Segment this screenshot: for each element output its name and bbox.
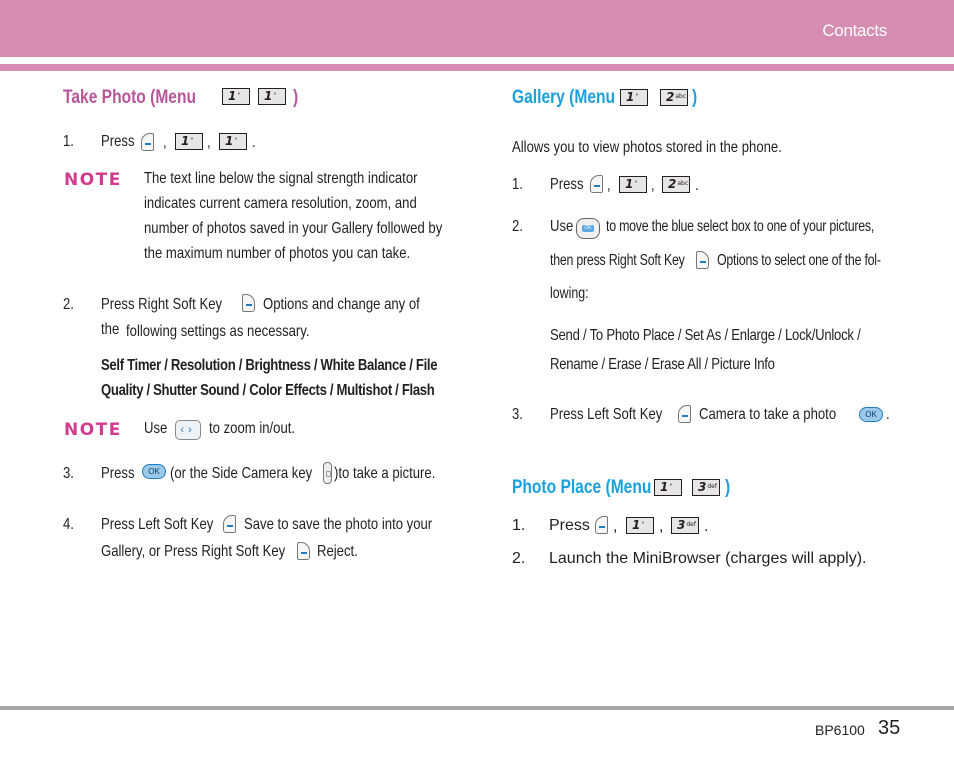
left-soft-key-icon [595,516,608,534]
note-line: the maximum number of photos you can tak… [144,245,411,262]
page-header-band: Contacts [0,0,954,57]
take-photo-heading: Take Photo (Menu [63,87,197,108]
step-number: 1. [512,517,526,534]
note-label: NOTE [64,420,122,440]
step-text: Gallery, or Press Right Soft Key [101,543,286,560]
gallery-options: Send / To Photo Place / Set As / Enlarge… [550,327,861,344]
step-text: Use [550,218,574,235]
key-1-icon: 1° [175,133,203,150]
step-text: following settings as necessary. [126,323,310,340]
key-3-icon: 3def [692,479,720,496]
period: . [704,518,709,535]
key-2-icon: 2abc [660,89,688,106]
step-text: Launch the MiniBrowser (charges will app… [549,550,867,567]
note-text: to zoom in/out. [209,420,296,437]
page-number: 35 [878,717,901,739]
step-text: Press [101,465,135,482]
separator: , [163,134,167,151]
separator: , [651,177,655,194]
step-text: (or the Side Camera key [170,465,313,482]
step-number: 4. [63,516,74,533]
heading-close-paren: ) [725,477,731,498]
key-1-icon: 1° [219,133,247,150]
step-number: 1. [512,176,523,193]
gallery-options: Rename / Erase / Erase All / Picture Inf… [550,356,775,373]
step-text: Press Left Soft Key [550,406,663,423]
step-number: 2. [63,296,74,313]
step-text: Save to save the photo into your [244,516,433,533]
step-text: Press [550,176,584,193]
step-number: 1. [63,133,74,150]
step-text: Press [549,517,590,534]
right-soft-key-icon [696,251,709,269]
footer-divider [0,706,954,710]
note-line: number of photos saved in your Gallery f… [144,220,443,237]
step-text: Reject. [317,543,358,560]
key-1-icon: 1° [619,176,647,193]
separator: , [659,518,664,535]
step-text: Camera to take a photo [699,406,837,423]
left-soft-key-icon [223,515,236,533]
step-text: Options and change any of [263,296,420,313]
step-text: )to take a picture. [334,465,436,482]
step-text: to move the blue select box to one of yo… [606,218,875,235]
period: . [252,134,256,151]
period: . [886,406,890,423]
step-text: the [101,321,120,338]
key-3-icon: 3def [671,517,699,534]
gallery-heading: Gallery (Menu [512,87,616,108]
left-soft-key-icon [590,175,603,193]
note-line: The text line below the signal strength … [144,170,418,187]
navigation-key-icon [576,218,600,239]
step-number: 3. [63,465,74,482]
gallery-intro: Allows you to view photos stored in the … [512,139,782,156]
key-1-icon: 1° [620,89,648,106]
heading-close-paren: ) [692,87,698,108]
step-number: 2. [512,218,523,235]
key-1-icon: 1° [654,479,682,496]
step-text: lowing: [550,285,589,302]
key-2-icon: 2abc [662,176,690,193]
step-number: 3. [512,406,523,423]
step-text: Options to select one of the fol- [717,252,881,269]
step-text: then press Right Soft Key [550,252,685,269]
key-1-icon: 1° [222,88,250,105]
settings-options: Quality / Shutter Sound / Color Effects … [101,382,435,399]
ok-key-icon: OK [142,464,166,479]
model-name: BP6100 [815,722,865,738]
key-1-icon: 1° [626,517,654,534]
step-text: Press [101,133,135,150]
ok-key-icon: OK [859,407,883,422]
period: . [695,177,699,194]
note-line: indicates current camera resolution, zoo… [144,195,417,212]
right-soft-key-icon [242,294,255,312]
step-text: Press Right Soft Key [101,296,223,313]
heading-close-paren: ) [293,87,299,108]
header-stripe [0,64,954,71]
separator: , [613,518,618,535]
side-camera-key-icon [323,462,332,484]
step-number: 2. [512,550,526,567]
section-title: Contacts [822,21,887,40]
step-text: Press Left Soft Key [101,516,214,533]
separator: , [607,177,611,194]
separator: , [207,134,211,151]
note-text: Use [144,420,168,437]
zoom-nav-key-icon: ‹› [175,420,201,440]
right-soft-key-icon [297,542,310,560]
left-soft-key-icon [141,133,154,151]
note-label: NOTE [64,170,122,190]
settings-options: Self Timer / Resolution / Brightness / W… [101,357,438,374]
left-soft-key-icon [678,405,691,423]
key-1-icon: 1° [258,88,286,105]
